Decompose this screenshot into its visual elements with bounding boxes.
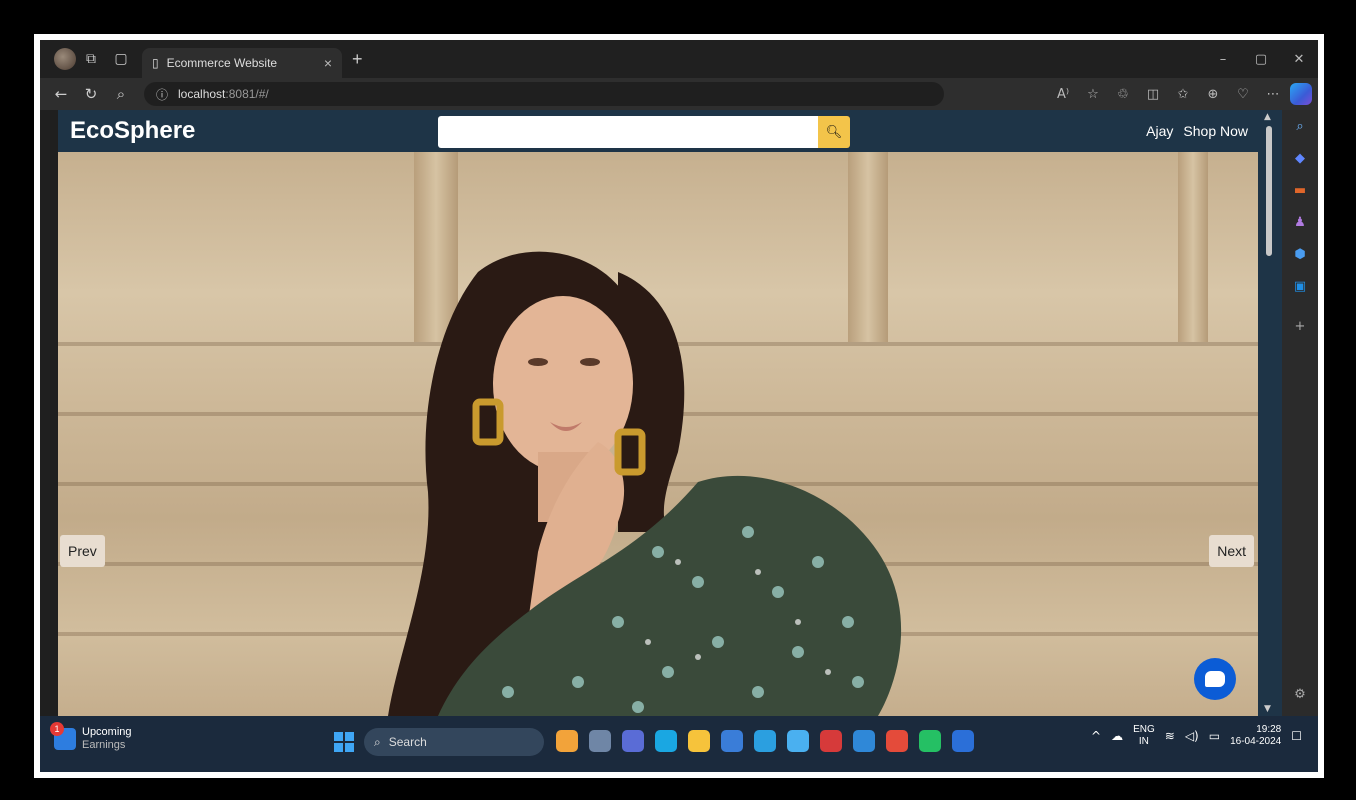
search-icon[interactable]: ⌕ (106, 85, 136, 103)
tab-ecommerce[interactable]: ▯ Ecommerce Website × (142, 48, 342, 78)
search-icon: ⌕ (374, 734, 381, 749)
scroll-down-icon[interactable]: ▼ (1264, 704, 1271, 714)
onedrive-icon[interactable]: ☁ (1111, 729, 1123, 743)
page-icon: ▯ (152, 56, 159, 70)
browser-essentials-icon[interactable]: ♡ (1228, 87, 1258, 102)
show-hidden-icons-icon[interactable]: ^ (1091, 729, 1101, 743)
site-search-input[interactable] (438, 116, 818, 148)
chat-bubble-icon (1205, 671, 1225, 687)
add-sidebar-app-icon[interactable]: + (1282, 310, 1318, 342)
workspaces-icon[interactable]: ⧉ (76, 44, 106, 74)
hero-carousel-image: Prev Next (58, 152, 1258, 716)
notifications-icon[interactable]: ☐ (1291, 729, 1302, 743)
notification-badge: 1 (50, 722, 64, 736)
chat-button[interactable] (1194, 658, 1236, 700)
pinned-apps (556, 730, 974, 752)
collections-icon[interactable]: ⊕ (1198, 87, 1228, 102)
more-menu-icon[interactable]: ⋯ (1258, 87, 1288, 102)
page-scrollbar[interactable]: ▲ ▼ (1258, 110, 1282, 716)
close-window-button[interactable]: ✕ (1280, 52, 1318, 67)
window-controls: – ▢ ✕ (1204, 40, 1318, 78)
profile-avatar[interactable] (54, 48, 76, 70)
model-photo (388, 251, 902, 716)
wifi-icon[interactable]: ≋ (1165, 729, 1175, 743)
site-search: 🔍︎ (438, 116, 850, 148)
url-field[interactable]: ⓘ localhost :8081/#/ (144, 82, 944, 106)
site-logo[interactable]: EcoSphere (70, 117, 195, 145)
back-icon[interactable]: ← (46, 85, 76, 103)
favorite-icon[interactable]: ☆ (1078, 87, 1108, 102)
taskbar-app-icon[interactable] (787, 730, 809, 752)
minimize-button[interactable]: – (1204, 52, 1242, 67)
taskbar-app-icon[interactable] (589, 730, 611, 752)
system-tray: ^ ☁ ENG IN ≋ ◁) ▭ 19:28 16-04-2024 ☐ (1091, 724, 1302, 748)
windows-taskbar: 1 Upcoming Earnings ⌕ Search ^ ☁ ENG IN (40, 716, 1318, 772)
lang-code: ENG (1133, 724, 1155, 735)
widget-subtitle: Earnings (82, 739, 126, 751)
news-widget[interactable]: 1 Upcoming Earnings (50, 722, 132, 752)
refresh-icon[interactable]: ↻ (76, 85, 106, 103)
tab-title: Ecommerce Website (166, 56, 278, 70)
start-button[interactable] (334, 732, 354, 752)
url-path: :8081/#/ (225, 87, 269, 101)
sidebar-search-icon[interactable]: ⌕ (1282, 110, 1318, 142)
taskbar-app-icon[interactable] (688, 730, 710, 752)
search-icon: 🔍︎ (825, 124, 843, 140)
widget-title: Upcoming (82, 726, 132, 738)
microsoft365-icon[interactable]: ⬢ (1282, 238, 1318, 270)
copilot-icon[interactable] (1290, 83, 1312, 105)
taskbar-app-icon[interactable] (919, 730, 941, 752)
taskbar-app-icon[interactable] (655, 730, 677, 752)
scroll-up-icon[interactable]: ▲ (1264, 112, 1271, 122)
taskbar-app-icon[interactable] (721, 730, 743, 752)
taskbar-app-icon[interactable] (754, 730, 776, 752)
stocks-icon: 1 (50, 722, 76, 750)
clock[interactable]: 19:28 16-04-2024 (1230, 724, 1281, 748)
sidebar-settings-icon[interactable]: ⚙ (1282, 678, 1318, 710)
taskbar-app-icon[interactable] (886, 730, 908, 752)
taskbar-app-icon[interactable] (820, 730, 842, 752)
shop-now-link[interactable]: Shop Now (1183, 123, 1248, 139)
extensions-icon[interactable]: ♲ (1108, 87, 1138, 102)
user-link[interactable]: Ajay (1146, 123, 1173, 139)
outlook-icon[interactable]: ▣ (1282, 270, 1318, 302)
site-search-button[interactable]: 🔍︎ (818, 116, 850, 148)
taskbar-search[interactable]: ⌕ Search (364, 728, 544, 756)
taskbar-app-icon[interactable] (952, 730, 974, 752)
site-info-icon[interactable]: ⓘ (156, 86, 168, 103)
volume-icon[interactable]: ◁) (1185, 729, 1199, 743)
web-page: EcoSphere 🔍︎ Ajay Shop Now Prev Next (58, 110, 1258, 716)
address-bar-row: ← ↻ ⌕ ⓘ localhost :8081/#/ A⁾ ☆ ♲ ◫ ✩ ⊕ … (40, 78, 1318, 110)
clock-date: 16-04-2024 (1230, 736, 1282, 747)
browser-tab-bar: ⧉ ▢ ▯ Ecommerce Website × + – ▢ ✕ (40, 40, 1318, 78)
taskbar-app-icon[interactable] (853, 730, 875, 752)
clock-time: 19:28 (1256, 724, 1282, 735)
site-navbar: EcoSphere 🔍︎ Ajay Shop Now (58, 110, 1258, 152)
carousel-next-button[interactable]: Next (1209, 535, 1254, 567)
games-icon[interactable]: ♟ (1282, 206, 1318, 238)
read-aloud-icon[interactable]: A⁾ (1048, 87, 1078, 102)
taskbar-search-label: Search (388, 735, 427, 749)
edge-sidebar: ⌕ ◆ ▬ ♟ ⬢ ▣ + ⚙ (1282, 110, 1318, 716)
nav-links: Ajay Shop Now (1146, 110, 1248, 152)
shopping-tag-icon[interactable]: ◆ (1282, 142, 1318, 174)
taskbar-app-icon[interactable] (556, 730, 578, 752)
maximize-button[interactable]: ▢ (1242, 52, 1280, 67)
tab-actions-icon[interactable]: ▢ (106, 44, 136, 74)
split-screen-icon[interactable]: ◫ (1138, 87, 1168, 102)
carousel-prev-button[interactable]: Prev (60, 535, 105, 567)
desktop-screen: ⧉ ▢ ▯ Ecommerce Website × + – ▢ ✕ ← ↻ ⌕ … (40, 40, 1318, 772)
tab-close-button[interactable]: × (324, 55, 332, 71)
battery-icon[interactable]: ▭ (1209, 729, 1220, 743)
taskbar-app-icon[interactable] (622, 730, 644, 752)
new-tab-button[interactable]: + (352, 49, 363, 70)
url-host: localhost (178, 87, 226, 101)
favorites-list-icon[interactable]: ✩ (1168, 87, 1198, 102)
scrollbar-thumb[interactable] (1266, 126, 1272, 256)
language-indicator[interactable]: ENG IN (1133, 724, 1155, 748)
tools-briefcase-icon[interactable]: ▬ (1282, 174, 1318, 206)
toolbar-icons: A⁾ ☆ ♲ ◫ ✩ ⊕ ♡ ⋯ (1048, 78, 1288, 110)
screenshot-frame: ⧉ ▢ ▯ Ecommerce Website × + – ▢ ✕ ← ↻ ⌕ … (0, 0, 1356, 800)
region-code: IN (1138, 736, 1149, 747)
